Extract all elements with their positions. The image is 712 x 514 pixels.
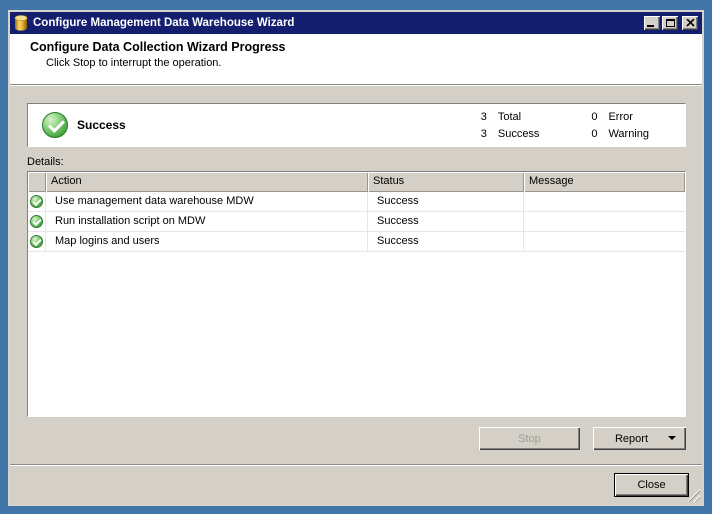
row-success-icon: [30, 215, 43, 228]
column-header-message[interactable]: Message: [524, 172, 685, 192]
table-row[interactable]: Map logins and users Success: [28, 232, 685, 252]
window-title: Configure Management Data Warehouse Wiza…: [33, 17, 294, 29]
minimize-button[interactable]: [644, 16, 660, 30]
close-window-button[interactable]: [682, 16, 698, 30]
report-button[interactable]: Report: [593, 427, 686, 450]
page-subtitle: Click Stop to interrupt the operation.: [46, 57, 692, 69]
close-button[interactable]: Close: [614, 473, 689, 497]
maximize-button[interactable]: [662, 16, 678, 30]
status-label: Success: [77, 118, 126, 132]
maximize-icon: [666, 19, 675, 27]
minimize-icon: [647, 25, 654, 27]
row-action: Run installation script on MDW: [46, 212, 368, 231]
table-row[interactable]: Use management data warehouse MDW Succes…: [28, 192, 685, 212]
table-header-row: Action Status Message: [28, 172, 685, 192]
count-success: 3 Success: [473, 126, 540, 142]
close-icon: [686, 19, 695, 27]
row-success-icon: [30, 235, 43, 248]
row-status: Success: [368, 232, 524, 251]
details-table: Action Status Message Use management dat…: [27, 171, 686, 417]
titlebar[interactable]: Configure Management Data Warehouse Wiza…: [10, 12, 702, 34]
row-action: Use management data warehouse MDW: [46, 192, 368, 211]
table-empty-area: [28, 252, 685, 416]
row-message: [524, 232, 685, 251]
row-message: [524, 212, 685, 231]
column-header-status[interactable]: Status: [368, 172, 524, 192]
wizard-header: Configure Data Collection Wizard Progres…: [10, 34, 702, 85]
summary-panel: Success 3 Total 3 Success 0 Error: [27, 103, 686, 147]
details-label: Details:: [27, 156, 686, 168]
row-action: Map logins and users: [46, 232, 368, 251]
bottom-bar: Close: [10, 464, 702, 504]
database-icon: [14, 15, 28, 31]
desktop-background: Configure Management Data Warehouse Wiza…: [0, 0, 712, 514]
dialog-body: Success 3 Total 3 Success 0 Error: [10, 85, 702, 464]
summary-counts: 3 Total 3 Success 0 Error 0 Warning: [473, 109, 649, 142]
stop-button[interactable]: Stop: [479, 427, 580, 450]
row-status: Success: [368, 192, 524, 211]
window-controls: [644, 16, 698, 30]
column-header-action[interactable]: Action: [46, 172, 368, 192]
column-header-icon[interactable]: [28, 172, 46, 192]
count-warning: 0 Warning: [583, 126, 649, 142]
page-title: Configure Data Collection Wizard Progres…: [30, 40, 692, 54]
report-dropdown-icon: [668, 436, 676, 440]
count-error: 0 Error: [583, 109, 649, 125]
row-success-icon: [30, 195, 43, 208]
wizard-dialog: Configure Management Data Warehouse Wiza…: [8, 10, 704, 506]
table-row[interactable]: Run installation script on MDW Success: [28, 212, 685, 232]
success-icon: [42, 112, 68, 138]
row-message: [524, 192, 685, 211]
row-status: Success: [368, 212, 524, 231]
count-total: 3 Total: [473, 109, 540, 125]
action-buttons: Stop Report: [27, 427, 686, 450]
